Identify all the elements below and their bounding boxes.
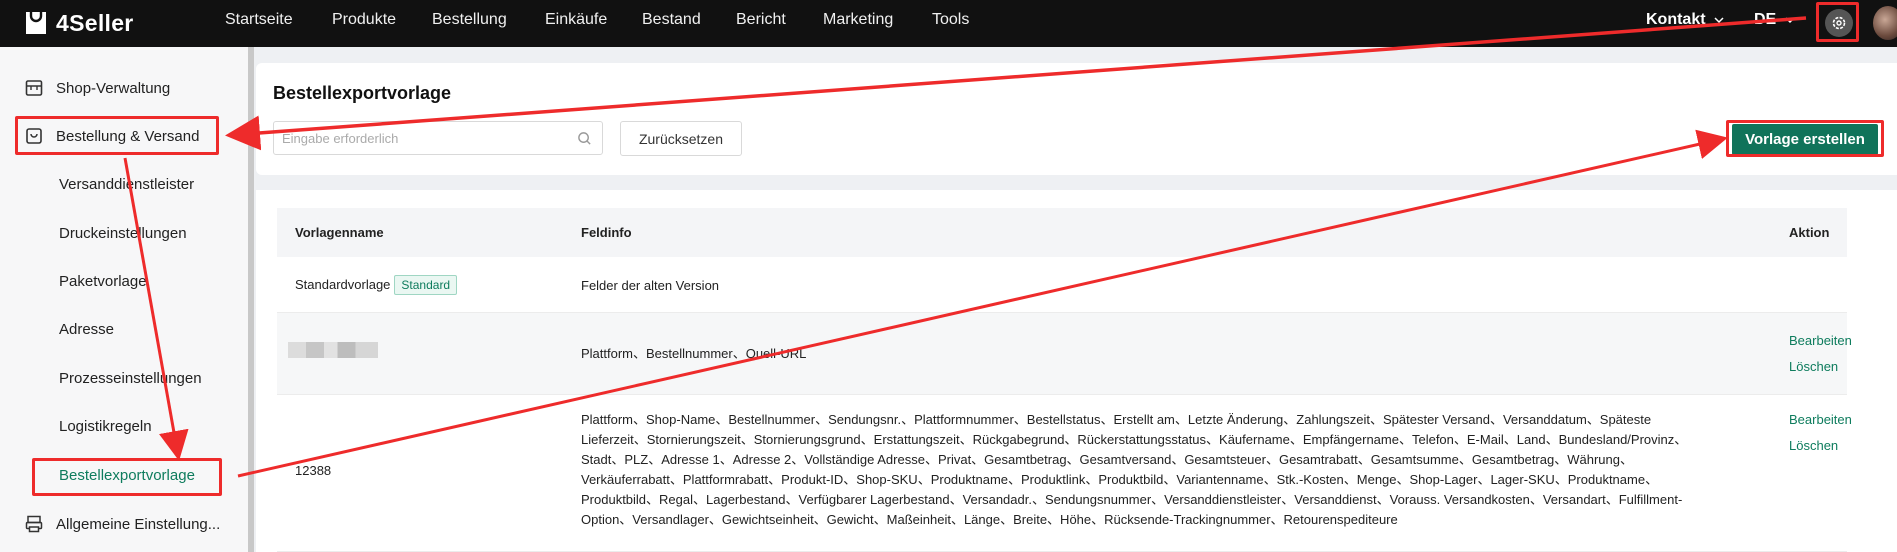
sidebar-item-versanddienstleister[interactable]: Versanddienstleister	[59, 176, 194, 193]
field-info-line: Lieferzeit、Stornierungszeit、Stornierungs…	[581, 432, 1688, 447]
nav-bestand[interactable]: Bestand	[642, 11, 701, 29]
sidebar-item-allgemeine-einstellungen[interactable]: Allgemeine Einstellung...	[24, 514, 220, 534]
user-avatar[interactable]	[1873, 6, 1897, 40]
column-header-fields: Feldinfo	[581, 225, 632, 240]
field-info-line: Plattform、Shop-Name、Bestellnummer、Sendun…	[581, 412, 1652, 427]
reset-button[interactable]: Zurücksetzen	[620, 121, 742, 156]
sidebar-item-logistikregeln[interactable]: Logistikregeln	[59, 418, 152, 435]
search-icon[interactable]	[577, 131, 592, 146]
column-header-name: Vorlagenname	[295, 225, 384, 240]
field-info-cell: Plattform、Shop-Name、Bestellnummer、Sendun…	[581, 410, 1771, 530]
search-input[interactable]	[282, 128, 562, 148]
nav-bestellung[interactable]: Bestellung	[432, 11, 507, 29]
template-name: 12388	[295, 463, 332, 478]
chevron-down-icon	[1714, 17, 1724, 24]
table-header	[277, 208, 1847, 257]
printer-icon	[25, 515, 43, 533]
contact-menu[interactable]: Kontakt	[1646, 11, 1724, 29]
sidebar-item-druckeinstellungen[interactable]: Druckeinstellungen	[59, 225, 187, 242]
field-info-cell: Plattform、Bestellnummer、Quell-URL	[581, 346, 807, 361]
nav-produkte[interactable]: Produkte	[332, 11, 396, 29]
nav-bericht[interactable]: Bericht	[736, 11, 786, 29]
template-name-cell: Standardvorlage Standard	[295, 275, 458, 295]
language-menu[interactable]: DE	[1754, 11, 1795, 29]
delete-link[interactable]: Löschen	[1789, 359, 1838, 374]
language-label: DE	[1754, 11, 1777, 28]
column-header-action: Aktion	[1789, 225, 1830, 240]
brand-logo[interactable]: 4Seller	[22, 6, 134, 40]
top-navigation-bar: 4Seller Startseite Produkte Bestellung E…	[0, 0, 1897, 47]
table-row	[277, 257, 1847, 313]
field-info-line: Verkäuferrabatt、Plattformrabatt、Produkt-…	[581, 472, 1659, 487]
nav-einkaeufe[interactable]: Einkäufe	[545, 11, 607, 29]
page-title: Bestellexportvorlage	[273, 83, 452, 103]
nav-startseite[interactable]: Startseite	[225, 11, 293, 29]
template-name: Standardvorlage	[295, 277, 391, 292]
filter-panel	[256, 63, 1897, 175]
annotation-box-export-template	[32, 458, 222, 496]
brand-name: 4Seller	[56, 9, 134, 36]
store-icon	[25, 80, 43, 96]
edit-link[interactable]: Bearbeiten	[1789, 333, 1852, 348]
contact-label: Kontakt	[1646, 11, 1706, 28]
sidebar-item-adresse[interactable]: Adresse	[59, 321, 114, 338]
sidebar-item-prozesseinstellungen[interactable]: Prozesseinstellungen	[59, 370, 202, 387]
logo-bag-icon	[26, 12, 46, 34]
table-row	[277, 313, 1847, 395]
field-info-cell: Felder der alten Version	[581, 278, 720, 293]
field-info-line: Stadt、PLZ、Adresse 1、Adresse 2、Vollständi…	[581, 452, 1633, 467]
sidebar-item-label: Allgemeine Einstellung...	[56, 515, 221, 533]
edit-link[interactable]: Bearbeiten	[1789, 412, 1852, 427]
default-badge: Standard	[394, 275, 458, 295]
nav-tools[interactable]: Tools	[932, 11, 969, 29]
annotation-box-order-shipping	[15, 116, 219, 155]
sidebar-item-shop-verwaltung[interactable]: Shop-Verwaltung	[24, 78, 170, 98]
sidebar-item-paketvorlage[interactable]: Paketvorlage	[59, 273, 147, 290]
blurred-template-name	[288, 342, 378, 358]
delete-link[interactable]: Löschen	[1789, 438, 1838, 453]
sidebar-scrollbar[interactable]	[248, 47, 254, 552]
chevron-down-icon	[1785, 17, 1795, 24]
search-field[interactable]	[273, 121, 603, 155]
field-info-line: Produktbild、Regal、Lagerbestand、Verfügbar…	[581, 492, 1683, 507]
annotation-box-create-button	[1726, 120, 1884, 157]
nav-marketing[interactable]: Marketing	[823, 11, 893, 29]
field-info-line: Option、Versandlager、Gewichtseinheit、Gewi…	[581, 512, 1398, 527]
annotation-box-settings	[1816, 2, 1859, 42]
sidebar-item-label: Shop-Verwaltung	[56, 79, 171, 97]
